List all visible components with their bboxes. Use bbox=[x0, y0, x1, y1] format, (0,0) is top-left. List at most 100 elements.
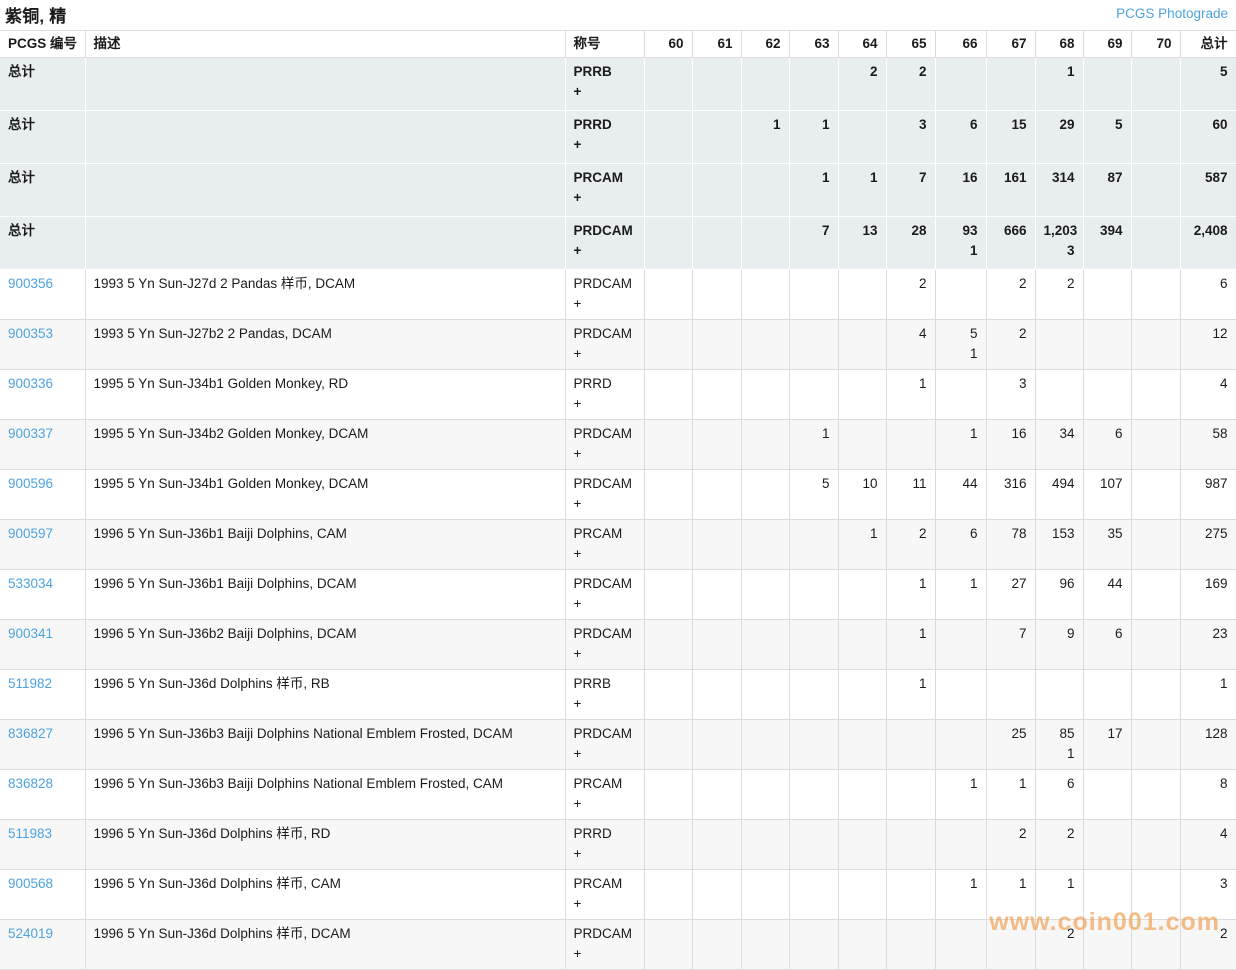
grade-65-cell: 1 bbox=[886, 670, 935, 720]
pcgs-number-link[interactable]: 900568 bbox=[8, 876, 53, 891]
grade-60-cell bbox=[644, 670, 692, 720]
grade-64-cell bbox=[838, 920, 886, 970]
grade-62-cell bbox=[741, 770, 789, 820]
pcgs-number-link[interactable]: 900597 bbox=[8, 526, 53, 541]
table-row: 9005961995 5 Yn Sun-J34b1 Golden Monkey,… bbox=[0, 470, 1236, 520]
grade-65-cell: 1 bbox=[886, 620, 935, 670]
pcgs-number-link[interactable]: 900356 bbox=[8, 276, 53, 291]
designation-cell: PRCAM + bbox=[565, 770, 644, 820]
pcgs-number-link[interactable]: 524019 bbox=[8, 926, 53, 941]
column-header-3: 60 bbox=[644, 31, 692, 58]
designation-cell: PRCAM + bbox=[565, 164, 644, 217]
description-cell: 1996 5 Yn Sun-J36b2 Baiji Dolphins, DCAM bbox=[85, 620, 565, 670]
grade-68-cell bbox=[1035, 370, 1083, 420]
column-header-0: PCGS 编号 bbox=[0, 31, 85, 58]
description-cell bbox=[85, 217, 565, 270]
grade-65-cell bbox=[886, 420, 935, 470]
total-cell: 23 bbox=[1180, 620, 1236, 670]
total-cell: 587 bbox=[1180, 164, 1236, 217]
grade-62-cell bbox=[741, 58, 789, 111]
grade-63-cell bbox=[789, 370, 838, 420]
grade-62-cell: 1 bbox=[741, 111, 789, 164]
pcgs-number-link[interactable]: 900341 bbox=[8, 626, 53, 641]
pcgs-number-link[interactable]: 836827 bbox=[8, 726, 53, 741]
grade-66-cell bbox=[935, 920, 986, 970]
grade-62-cell bbox=[741, 720, 789, 770]
pcgs-number-link[interactable]: 900337 bbox=[8, 426, 53, 441]
pcgs-number-link[interactable]: 511983 bbox=[8, 826, 52, 841]
grade-67-cell: 161 bbox=[986, 164, 1035, 217]
grade-61-cell bbox=[692, 58, 741, 111]
description-cell: 1996 5 Yn Sun-J36b3 Baiji Dolphins Natio… bbox=[85, 720, 565, 770]
grade-61-cell bbox=[692, 720, 741, 770]
pcgs-number-link[interactable]: 900336 bbox=[8, 376, 53, 391]
grade-60-cell bbox=[644, 570, 692, 620]
grade-63-cell bbox=[789, 570, 838, 620]
pcgs-number-link[interactable]: 511982 bbox=[8, 676, 52, 691]
grade-69-cell: 5 bbox=[1083, 111, 1131, 164]
grade-70-cell bbox=[1131, 111, 1180, 164]
grade-63-cell bbox=[789, 820, 838, 870]
grade-64-cell bbox=[838, 111, 886, 164]
pcgs-number-link[interactable]: 900596 bbox=[8, 476, 53, 491]
grade-70-cell bbox=[1131, 58, 1180, 111]
pcgs-number-link[interactable]: 836828 bbox=[8, 776, 53, 791]
column-header-13: 70 bbox=[1131, 31, 1180, 58]
grade-67-cell: 2 bbox=[986, 270, 1035, 320]
grade-63-cell bbox=[789, 920, 838, 970]
grade-61-cell bbox=[692, 920, 741, 970]
pcgs-number-cell: 总计 bbox=[0, 111, 85, 164]
grade-69-cell bbox=[1083, 820, 1131, 870]
grade-65-cell bbox=[886, 870, 935, 920]
designation-cell: PRDCAM + bbox=[565, 570, 644, 620]
pcgs-number-link[interactable]: 533034 bbox=[8, 576, 53, 591]
totals-row: 总计PRRB +2215 bbox=[0, 58, 1236, 111]
pcgs-number-link[interactable]: 900353 bbox=[8, 326, 53, 341]
column-header-total: 总计 bbox=[1180, 31, 1236, 58]
grade-66-cell bbox=[935, 370, 986, 420]
grade-69-cell bbox=[1083, 270, 1131, 320]
grade-69-cell: 17 bbox=[1083, 720, 1131, 770]
grade-61-cell bbox=[692, 670, 741, 720]
description-cell: 1996 5 Yn Sun-J36d Dolphins 样币, RD bbox=[85, 820, 565, 870]
grade-70-cell bbox=[1131, 217, 1180, 270]
column-header-7: 64 bbox=[838, 31, 886, 58]
grade-62-cell bbox=[741, 820, 789, 870]
grade-68-cell: 85 1 bbox=[1035, 720, 1083, 770]
grade-64-cell bbox=[838, 320, 886, 370]
designation-cell: PRDCAM + bbox=[565, 620, 644, 670]
table-row: 900341 1996 5 Yn Sun-J36b2 Baiji Dolphins… bbox=[0, 620, 1236, 670]
grade-67-cell bbox=[986, 920, 1035, 970]
grade-69-cell: 35 bbox=[1083, 520, 1131, 570]
grade-70-cell bbox=[1131, 820, 1180, 870]
grade-66-cell: 6 bbox=[935, 111, 986, 164]
grade-66-cell: 6 bbox=[935, 520, 986, 570]
photograde-link[interactable]: PCGS Photograde bbox=[1116, 6, 1228, 21]
grade-63-cell bbox=[789, 870, 838, 920]
grade-65-cell bbox=[886, 720, 935, 770]
grade-62-cell bbox=[741, 164, 789, 217]
grade-69-cell bbox=[1083, 770, 1131, 820]
grade-60-cell bbox=[644, 470, 692, 520]
column-header-4: 61 bbox=[692, 31, 741, 58]
grade-69-cell bbox=[1083, 320, 1131, 370]
grade-67-cell: 666 bbox=[986, 217, 1035, 270]
description-cell bbox=[85, 111, 565, 164]
grade-69-cell: 6 bbox=[1083, 620, 1131, 670]
description-cell: 1996 5 Yn Sun-J36b3 Baiji Dolphins Natio… bbox=[85, 770, 565, 820]
grade-64-cell bbox=[838, 770, 886, 820]
column-header-6: 63 bbox=[789, 31, 838, 58]
grade-66-cell bbox=[935, 670, 986, 720]
grade-60-cell bbox=[644, 217, 692, 270]
grade-66-cell: 1 bbox=[935, 570, 986, 620]
grade-61-cell bbox=[692, 770, 741, 820]
grade-62-cell bbox=[741, 370, 789, 420]
grade-70-cell bbox=[1131, 370, 1180, 420]
table-row: 9005971996 5 Yn Sun-J36b1 Baiji Dolphins… bbox=[0, 520, 1236, 570]
table-row: 5240191996 5 Yn Sun-J36d Dolphins 样币, DC… bbox=[0, 920, 1236, 970]
column-header-10: 67 bbox=[986, 31, 1035, 58]
grade-61-cell bbox=[692, 620, 741, 670]
table-row: 836827 1996 5 Yn Sun-J36b3 Baiji Dolphins… bbox=[0, 720, 1236, 770]
grade-60-cell bbox=[644, 820, 692, 870]
grade-66-cell bbox=[935, 820, 986, 870]
